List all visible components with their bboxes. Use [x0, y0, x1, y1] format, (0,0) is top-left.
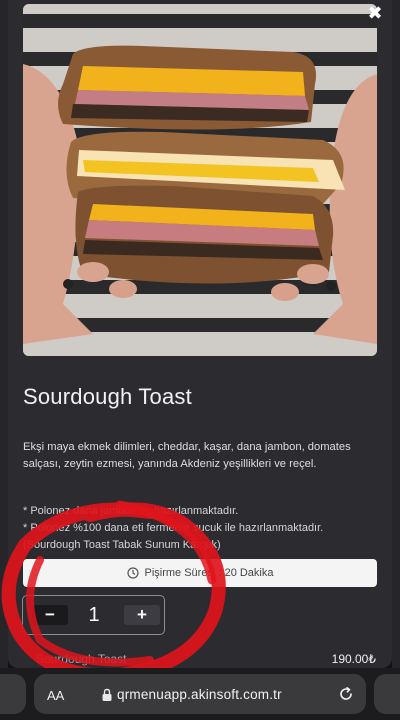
- text-size-button[interactable]: AA: [47, 688, 64, 703]
- note-line: (Sourdough Toast Tabak Sunum Karışık): [23, 539, 221, 551]
- product-title: Sourdough Toast: [23, 384, 192, 409]
- quantity-stepper: − 1 +: [22, 595, 165, 635]
- reload-icon[interactable]: [338, 686, 354, 702]
- next-tab-preview[interactable]: [374, 674, 400, 714]
- background-page-right: [392, 0, 400, 668]
- cart-item-name: Sourdough Toast: [36, 652, 127, 666]
- lock-icon: [102, 688, 112, 701]
- product-photo: [23, 4, 377, 356]
- background-page-left: [0, 0, 8, 668]
- price-label: 190.00₺: [331, 652, 376, 666]
- url-text[interactable]: qrmenuapp.akinsoft.com.tr: [117, 687, 282, 702]
- clock-icon: [126, 567, 139, 579]
- decrease-quantity-button[interactable]: −: [32, 605, 68, 625]
- prep-time-text: Pişirme Süresi : 20 Dakika: [144, 567, 274, 579]
- product-description: Ekşi maya ekmek dilimleri, cheddar, kaşa…: [23, 441, 351, 470]
- note-line: * Polonez %100 dana eti fermente sucuk i…: [23, 522, 324, 534]
- sandwich-illustration: [23, 4, 377, 356]
- previous-tab-preview[interactable]: [0, 674, 26, 714]
- product-detail-modal: ✖ Sourdough Toast Ekşi maya ekmek diliml…: [8, 0, 392, 668]
- close-icon[interactable]: ✖: [364, 2, 386, 24]
- note-line: * Polonez dana jambon ile hazırlanmaktad…: [23, 505, 239, 517]
- product-notes: * Polonez dana jambon ile hazırlanmaktad…: [23, 503, 383, 554]
- prep-time-box: Pişirme Süresi : 20 Dakika: [23, 559, 377, 587]
- quantity-value: 1: [88, 604, 100, 626]
- increase-quantity-button[interactable]: +: [124, 605, 160, 625]
